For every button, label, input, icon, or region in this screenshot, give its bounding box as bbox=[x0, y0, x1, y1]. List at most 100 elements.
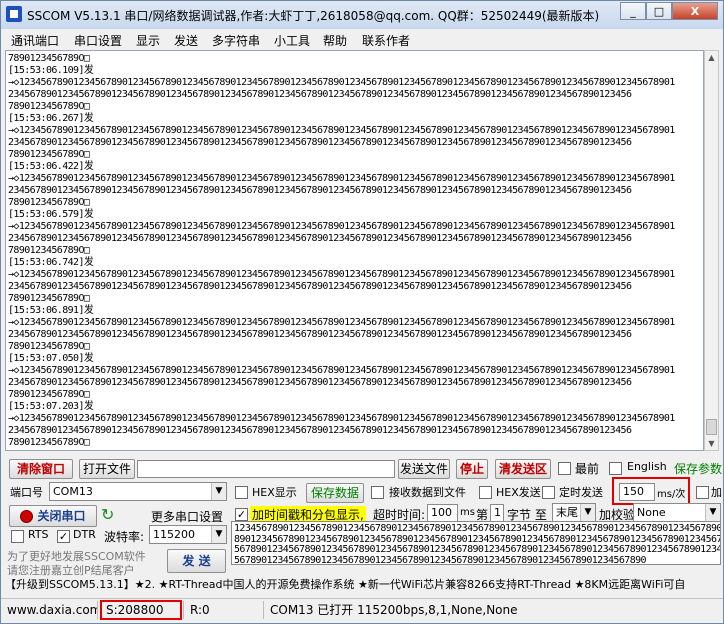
send-text-line: 1234567890123456789012345678901234567890… bbox=[234, 523, 721, 534]
log-line: [15:53:06.579]发 bbox=[8, 209, 94, 220]
rts-label: RTS bbox=[28, 528, 49, 541]
vertical-scrollbar[interactable]: ▲ ▼ bbox=[704, 50, 719, 451]
log-line: 2345678901234567890123456789012345678901… bbox=[8, 377, 632, 388]
send-text-area[interactable]: 1234567890123456789012345678901234567890… bbox=[231, 521, 721, 565]
status-bar: www.daxia.com S:208800 R:0 COM13 已打开 115… bbox=[1, 598, 723, 621]
log-line: →◇12345678901234567890123456789012345678… bbox=[8, 269, 675, 280]
receive-output[interactable]: 7890123456789O□ [15:53:06.109]发 →◇12345678… bbox=[5, 50, 704, 451]
scroll-thumb[interactable] bbox=[706, 419, 717, 435]
topmost-checkbox[interactable] bbox=[558, 462, 571, 475]
log-line: 2345678901234567890123456789012345678901… bbox=[8, 281, 632, 292]
log-line: →◇12345678901234567890123456789012345678… bbox=[8, 77, 675, 88]
timestamp-checkbox[interactable]: ✓ bbox=[235, 508, 248, 521]
save-params-button[interactable]: 保存参数 bbox=[674, 460, 722, 477]
stop-button[interactable]: 停止 bbox=[456, 459, 488, 479]
close-port-button[interactable]: 关闭串口 bbox=[9, 505, 97, 527]
log-line: 2345678901234567890123456789012345678901… bbox=[8, 233, 632, 244]
menu-multi-string[interactable]: 多字符串 bbox=[212, 32, 260, 49]
open-file-button[interactable]: 打开文件 bbox=[79, 459, 135, 479]
window-title: SSCOM V5.13.1 串口/网络数据调试器,作者:大虾丁丁,2618058… bbox=[27, 9, 600, 23]
baud-value: 115200 bbox=[153, 528, 195, 541]
menu-tools[interactable]: 小工具 bbox=[274, 32, 310, 49]
log-line: 2345678901234567890123456789012345678901… bbox=[8, 137, 632, 148]
file-path-input[interactable] bbox=[137, 460, 395, 478]
log-line: 7890123456789O□ bbox=[8, 245, 90, 256]
menu-display[interactable]: 显示 bbox=[136, 32, 160, 49]
log-line: 2345678901234567890123456789012345678901… bbox=[8, 329, 632, 340]
baud-select[interactable]: 115200 ▼ bbox=[149, 525, 227, 544]
send-text-line: 8901234567890123456789012345678901234567… bbox=[234, 533, 721, 545]
clear-window-button[interactable]: 清除窗口 bbox=[9, 459, 73, 479]
log-line: [15:53:07.203]发 bbox=[8, 401, 94, 412]
nth-input[interactable]: 1 bbox=[490, 504, 504, 522]
log-line: [15:53:06.422]发 bbox=[8, 161, 94, 172]
chevron-down-icon: ▼ bbox=[705, 504, 720, 521]
chevron-down-icon: ▼ bbox=[211, 526, 226, 543]
send-button[interactable]: 发 送 bbox=[167, 549, 226, 573]
log-line: 7890123456789O□ bbox=[8, 437, 90, 448]
end-select[interactable]: 末尾 ▼ bbox=[552, 503, 596, 522]
log-line: 7890123456789O□ bbox=[8, 293, 90, 304]
news-ticker[interactable]: 【升级到SSCOM5.13.1】★2. ★RT-Thread中国人的开源免费操作… bbox=[5, 577, 721, 593]
rts-checkbox[interactable] bbox=[11, 530, 24, 543]
crlf-label: 加 bbox=[711, 486, 722, 499]
save-data-button[interactable]: 保存数据 bbox=[306, 483, 364, 503]
timeout-unit: ms bbox=[460, 507, 475, 518]
interval-highlight bbox=[612, 477, 690, 505]
log-line: 7890123456789O□ bbox=[8, 197, 90, 208]
crlf-checkbox[interactable] bbox=[696, 486, 709, 499]
log-line: [15:53:06.742]发 bbox=[8, 257, 94, 268]
hex-send-checkbox[interactable] bbox=[479, 486, 492, 499]
record-icon bbox=[20, 510, 34, 523]
dtr-checkbox[interactable]: ✓ bbox=[57, 530, 70, 543]
log-line: 2345678901234567890123456789012345678901… bbox=[8, 425, 632, 436]
log-line: →◇12345678901234567890123456789012345678… bbox=[8, 317, 675, 328]
timeout-input[interactable]: 100 bbox=[427, 504, 458, 522]
menu-help[interactable]: 帮助 bbox=[323, 32, 347, 49]
website-link[interactable]: www.daxia.com bbox=[3, 601, 98, 619]
english-checkbox[interactable] bbox=[609, 462, 622, 475]
log-line: →◇12345678901234567890123456789012345678… bbox=[8, 413, 675, 424]
checksum-value: None bbox=[637, 506, 666, 519]
menu-send[interactable]: 发送 bbox=[174, 32, 198, 49]
maximize-button[interactable]: □ bbox=[646, 2, 672, 20]
checksum-select[interactable]: None ▼ bbox=[633, 503, 721, 522]
menu-port[interactable]: 通讯端口 bbox=[11, 32, 59, 49]
recv-to-file-label: 接收数据到文件 bbox=[389, 486, 466, 499]
port-select[interactable]: COM13 ▼ bbox=[49, 482, 227, 501]
log-line: →◇12345678901234567890123456789012345678… bbox=[8, 125, 675, 136]
scroll-up-icon[interactable]: ▲ bbox=[705, 51, 718, 64]
hex-display-checkbox[interactable] bbox=[235, 486, 248, 499]
menu-bar: 通讯端口 串口设置 显示 发送 多字符串 小工具 帮助 联系作者 bbox=[1, 29, 723, 49]
menu-serial-settings[interactable]: 串口设置 bbox=[74, 32, 122, 49]
send-file-button[interactable]: 发送文件 bbox=[398, 459, 450, 479]
port-status: COM13 已打开 115200bps,8,1,None,None bbox=[270, 603, 518, 617]
log-line: 7890123456789O□ bbox=[8, 389, 90, 400]
close-port-label: 关闭串口 bbox=[37, 509, 86, 523]
send-text-line: 5678901234567890123456789012345678901234… bbox=[234, 554, 647, 565]
log-line: 7890123456789O□ bbox=[8, 101, 90, 112]
send-text-line: 5678901234567890123456789012345678901234… bbox=[234, 544, 721, 555]
more-settings-button[interactable]: 更多串口设置 bbox=[151, 508, 223, 525]
timed-send-label: 定时发送 bbox=[559, 486, 603, 499]
received-count: R:0 bbox=[186, 601, 264, 619]
log-line: 7890123456789O□ bbox=[8, 53, 90, 64]
menu-contact[interactable]: 联系作者 bbox=[362, 32, 410, 49]
scroll-down-icon[interactable]: ▼ bbox=[705, 437, 718, 450]
close-button[interactable]: X bbox=[672, 2, 718, 20]
log-line: [15:53:06.109]发 bbox=[8, 65, 94, 76]
end-value: 末尾 bbox=[556, 506, 578, 519]
refresh-icon[interactable]: ↻ bbox=[101, 505, 114, 524]
log-line: [15:53:06.891]发 bbox=[8, 305, 94, 316]
timed-send-checkbox[interactable] bbox=[542, 486, 555, 499]
sent-highlight bbox=[100, 600, 182, 620]
recv-to-file-checkbox[interactable] bbox=[371, 486, 384, 499]
log-line: 7890123456789O□ bbox=[8, 341, 90, 352]
clear-send-button[interactable]: 清发送区 bbox=[495, 459, 551, 479]
promo-line-2[interactable]: 请您注册嘉立创P结尾客户 bbox=[7, 562, 135, 578]
port-value: COM13 bbox=[53, 485, 93, 498]
port-label: 端口号 bbox=[10, 486, 43, 499]
minimize-button[interactable]: _ bbox=[620, 2, 646, 20]
baud-label: 波特率: bbox=[104, 530, 145, 544]
dtr-label: DTR bbox=[73, 528, 96, 541]
